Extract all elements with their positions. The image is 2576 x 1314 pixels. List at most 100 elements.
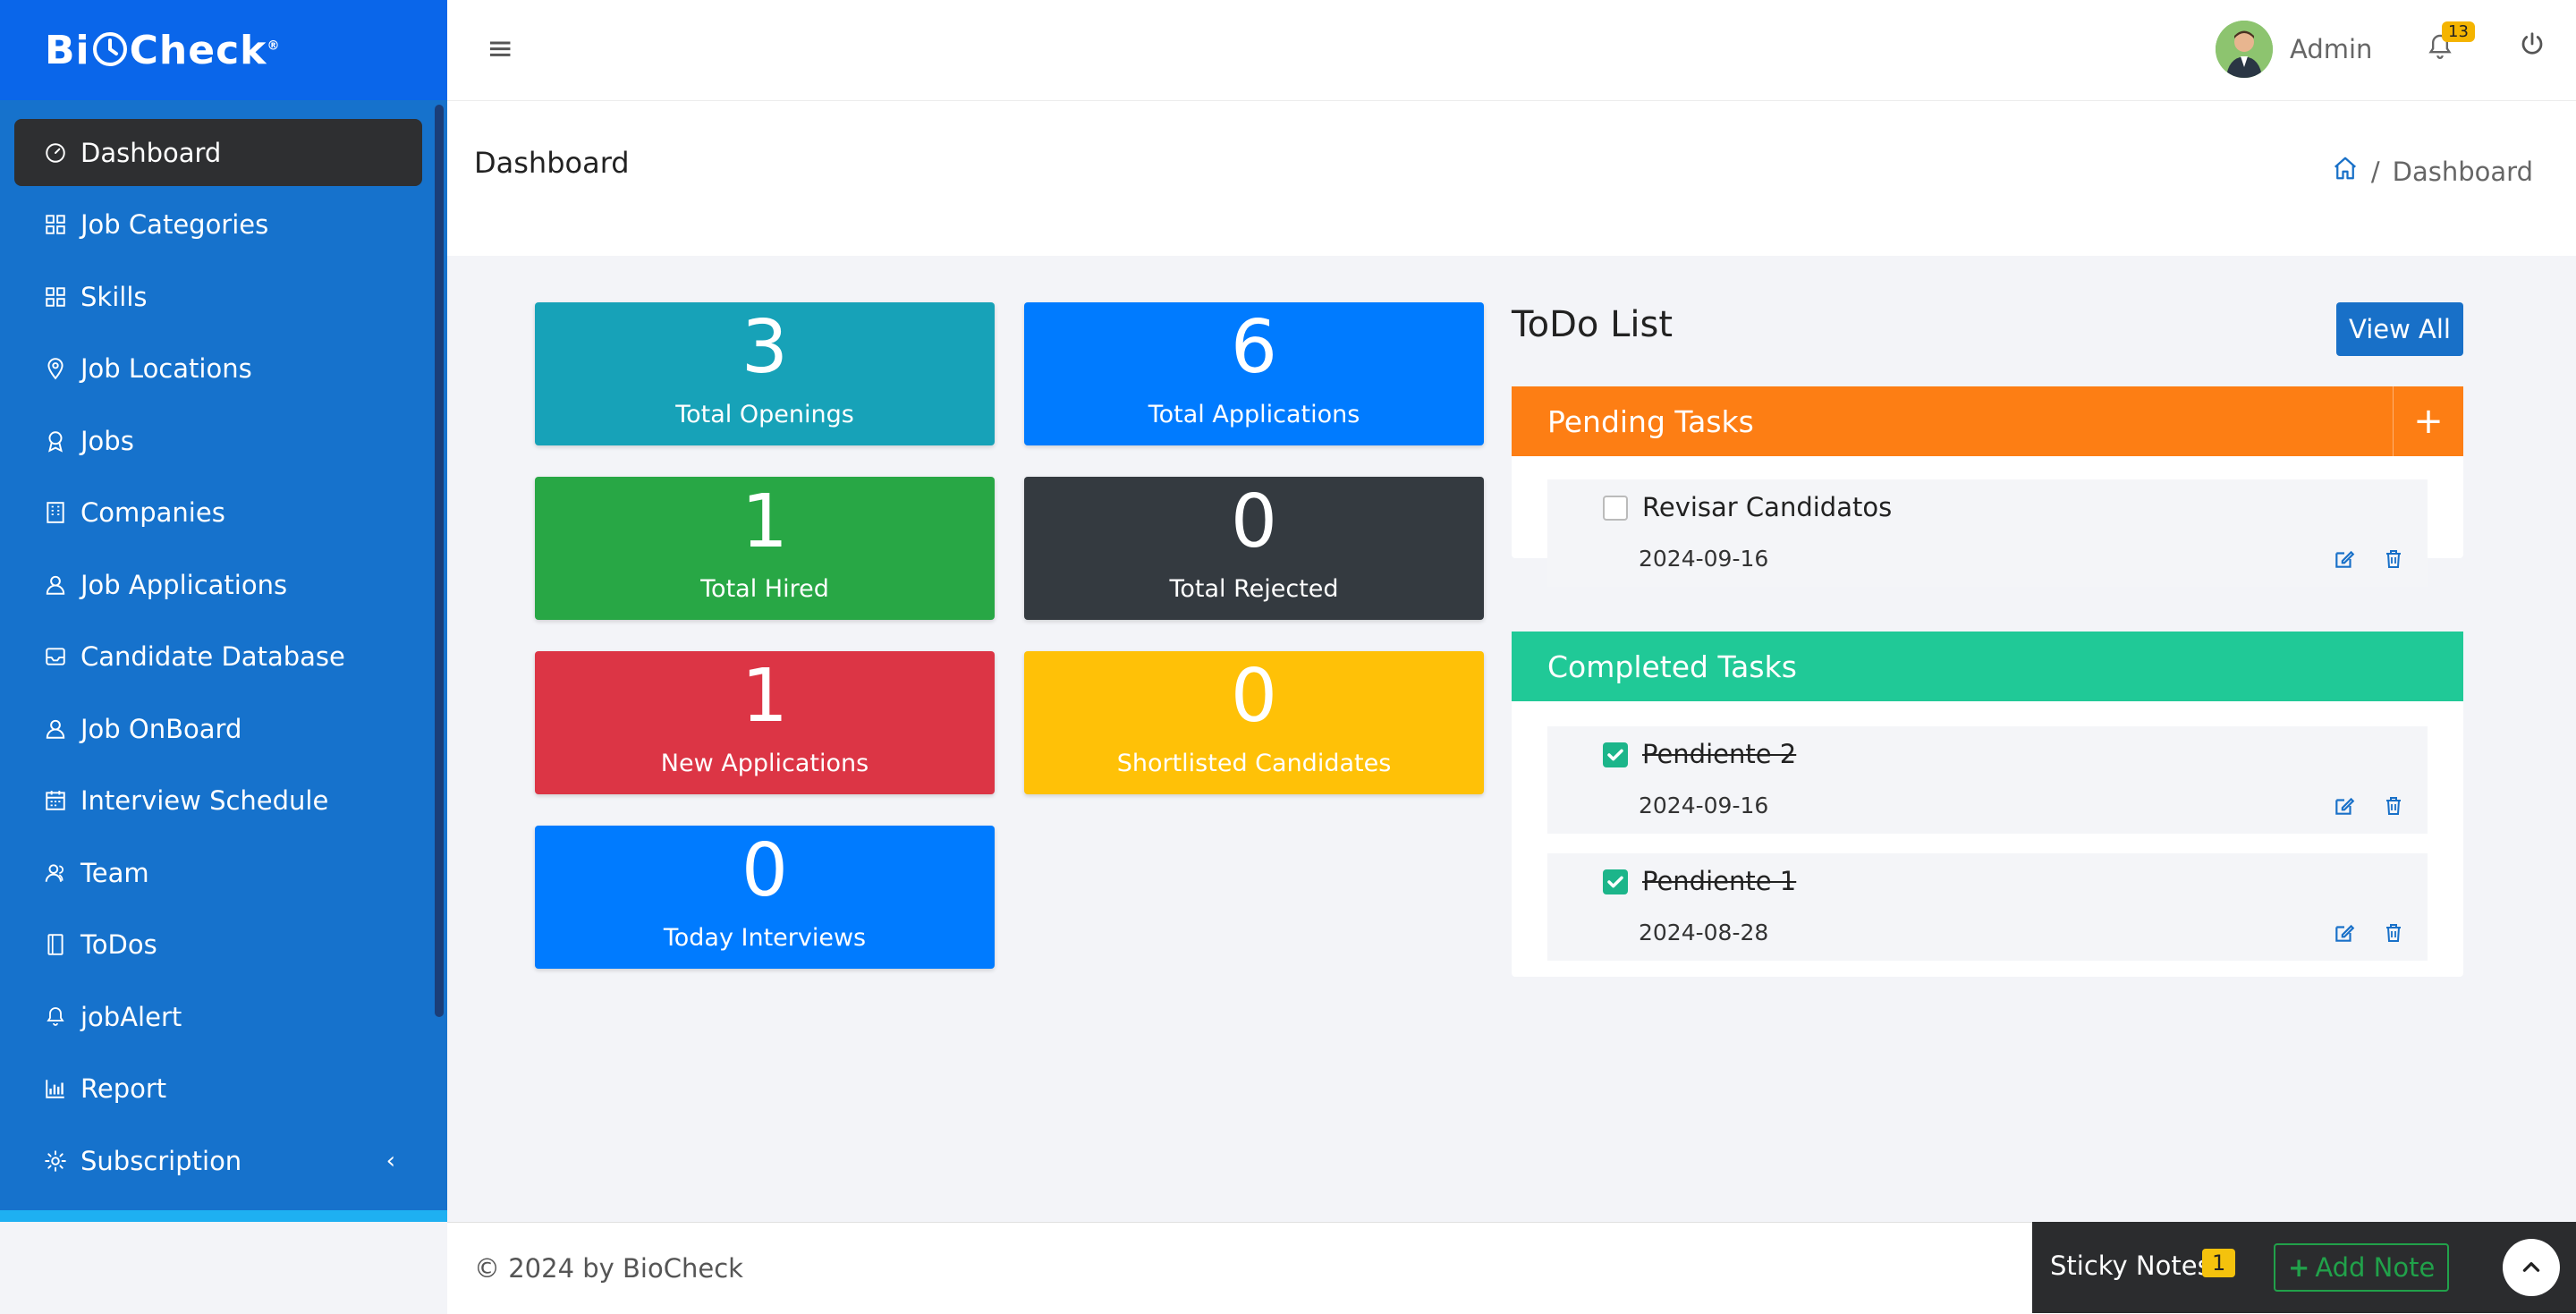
- plus-icon: +: [2288, 1252, 2310, 1283]
- sidebar-bottom-strip: [0, 1210, 447, 1222]
- sidebar-item-job-onboard[interactable]: Job OnBoard: [14, 695, 422, 762]
- task-checkbox[interactable]: [1603, 742, 1628, 767]
- sidebar-item-subscription[interactable]: Subscription ‹: [14, 1127, 422, 1194]
- trash-icon[interactable]: [2383, 921, 2404, 948]
- brand-logo[interactable]: Bi Check®: [0, 0, 447, 100]
- team-icon: [41, 861, 70, 885]
- sticky-notes-bar: Sticky Notes 1 + Add Note: [2032, 1222, 2576, 1313]
- map-pin-icon: [41, 357, 70, 380]
- stat-value: 1: [741, 479, 789, 564]
- sidebar-item-label: Dashboard: [80, 137, 222, 168]
- stat-value: 0: [1230, 654, 1278, 739]
- stat-card-total-openings[interactable]: 3 Total Openings: [535, 302, 995, 445]
- task-checkbox[interactable]: [1603, 496, 1628, 521]
- stat-label: Total Hired: [700, 575, 829, 603]
- user-icon: [41, 573, 70, 597]
- pending-tasks-header: Pending Tasks +: [1512, 386, 2463, 456]
- breadcrumb-current: Dashboard: [2392, 156, 2533, 187]
- task-name: Pendiente 2: [1642, 739, 1797, 769]
- sidebar-item-skills[interactable]: Skills: [14, 263, 422, 330]
- page-header: Dashboard / Dashboard: [447, 101, 2576, 256]
- todo-title: ToDo List: [1512, 304, 1674, 345]
- pending-tasks-panel: Pending Tasks + Revisar Candidatos 2024-0…: [1512, 386, 2463, 587]
- add-note-button[interactable]: + Add Note: [2274, 1243, 2450, 1292]
- stat-label: Total Rejected: [1169, 575, 1339, 603]
- sidebar-nav: Dashboard Job Categories Skills Job Locatio…: [14, 119, 422, 1200]
- stat-card-shortlisted-candidates[interactable]: 0 Shortlisted Candidates: [1024, 651, 1484, 794]
- chevron-up-icon: [2522, 1262, 2540, 1272]
- stat-label: New Applications: [660, 750, 869, 777]
- add-task-button[interactable]: +: [2393, 386, 2463, 456]
- task-checkbox[interactable]: [1603, 869, 1628, 894]
- sidebar: Bi Check® Dashboard Job Categories Skills Jo…: [0, 0, 447, 1222]
- edit-icon[interactable]: [2333, 547, 2356, 574]
- breadcrumb: / Dashboard: [2332, 155, 2533, 188]
- sidebar-item-jobalert[interactable]: jobAlert: [14, 983, 422, 1050]
- sidebar-item-label: Companies: [80, 497, 225, 528]
- sidebar-item-jobs[interactable]: Jobs: [14, 407, 422, 474]
- sidebar-item-team[interactable]: Team: [14, 839, 422, 906]
- task-date: 2024-09-16: [1639, 793, 1769, 818]
- sticky-notes-label[interactable]: Sticky Notes: [2050, 1250, 2211, 1281]
- sidebar-item-report[interactable]: Report: [14, 1055, 422, 1123]
- sidebar-item-job-applications[interactable]: Job Applications: [14, 551, 422, 618]
- sidebar-item-label: Job Applications: [80, 569, 288, 600]
- task-item: Revisar Candidatos 2024-09-16: [1547, 479, 2428, 587]
- sidebar-item-todos[interactable]: ToDos: [14, 911, 422, 979]
- menu-toggle-icon[interactable]: ≡: [487, 30, 513, 67]
- bar-chart-icon: [41, 1077, 70, 1100]
- copyright: © 2024 by BioCheck: [474, 1253, 743, 1284]
- inbox-icon: [41, 645, 70, 668]
- sidebar-item-label: ToDos: [80, 929, 157, 960]
- gear-icon: [41, 1149, 70, 1173]
- trash-icon[interactable]: [2383, 794, 2404, 821]
- sidebar-item-label: jobAlert: [80, 1001, 182, 1032]
- user-icon: [41, 717, 70, 741]
- dashboard-gauge-icon: [41, 141, 70, 165]
- completed-tasks-header: Completed Tasks: [1512, 632, 2463, 701]
- stat-card-today-interviews[interactable]: 0 Today Interviews: [535, 826, 995, 969]
- sidebar-item-label: Skills: [80, 281, 148, 312]
- chevron-left-icon[interactable]: ‹: [386, 1148, 395, 1174]
- user-name[interactable]: Admin: [2290, 34, 2372, 64]
- sidebar-item-job-locations[interactable]: Job Locations: [14, 335, 422, 403]
- view-all-button[interactable]: View All: [2336, 302, 2463, 356]
- stat-label: Today Interviews: [663, 924, 867, 952]
- stat-card-total-hired[interactable]: 1 Total Hired: [535, 477, 995, 620]
- stat-value: 3: [741, 305, 789, 390]
- sidebar-scrollbar[interactable]: [435, 105, 444, 1017]
- scroll-to-top-button[interactable]: [2503, 1239, 2560, 1296]
- notebook-icon: [41, 933, 70, 956]
- sidebar-item-candidate-database[interactable]: Candidate Database: [14, 623, 422, 691]
- sidebar-item-label: Job Categories: [80, 209, 269, 240]
- stat-label: Shortlisted Candidates: [1116, 750, 1392, 777]
- sidebar-item-dashboard[interactable]: Dashboard: [14, 119, 422, 186]
- sidebar-item-label: Interview Schedule: [80, 785, 329, 816]
- stat-card-total-rejected[interactable]: 0 Total Rejected: [1024, 477, 1484, 620]
- avatar[interactable]: [2216, 21, 2273, 78]
- stat-value: 0: [1230, 479, 1278, 564]
- grid-icon: [41, 213, 70, 236]
- sidebar-item-companies[interactable]: Companies: [14, 479, 422, 547]
- sidebar-item-label: Job OnBoard: [80, 713, 242, 744]
- task-date: 2024-09-16: [1639, 546, 1769, 572]
- sidebar-item-job-categories[interactable]: Job Categories: [14, 191, 422, 259]
- power-icon[interactable]: [2519, 30, 2546, 61]
- stat-label: Total Applications: [1148, 401, 1360, 428]
- home-icon[interactable]: [2332, 155, 2359, 188]
- task-name: Revisar Candidatos: [1642, 492, 1893, 522]
- sidebar-item-interview-schedule[interactable]: Interview Schedule: [14, 767, 422, 835]
- calendar-icon: [41, 789, 70, 812]
- stat-card-total-applications[interactable]: 6 Total Applications: [1024, 302, 1484, 445]
- stat-value: 6: [1230, 305, 1278, 390]
- trash-icon[interactable]: [2383, 547, 2404, 574]
- award-icon: [41, 429, 70, 453]
- edit-icon[interactable]: [2333, 921, 2356, 948]
- task-date: 2024-08-28: [1639, 920, 1769, 945]
- edit-icon[interactable]: [2333, 794, 2356, 821]
- stat-card-new-applications[interactable]: 1 New Applications: [535, 651, 995, 794]
- pending-tasks-title: Pending Tasks: [1547, 403, 1754, 439]
- completed-tasks-title: Completed Tasks: [1547, 649, 1797, 684]
- task-item: Pendiente 1 2024-08-28: [1547, 853, 2428, 961]
- task-name: Pendiente 1: [1642, 866, 1797, 896]
